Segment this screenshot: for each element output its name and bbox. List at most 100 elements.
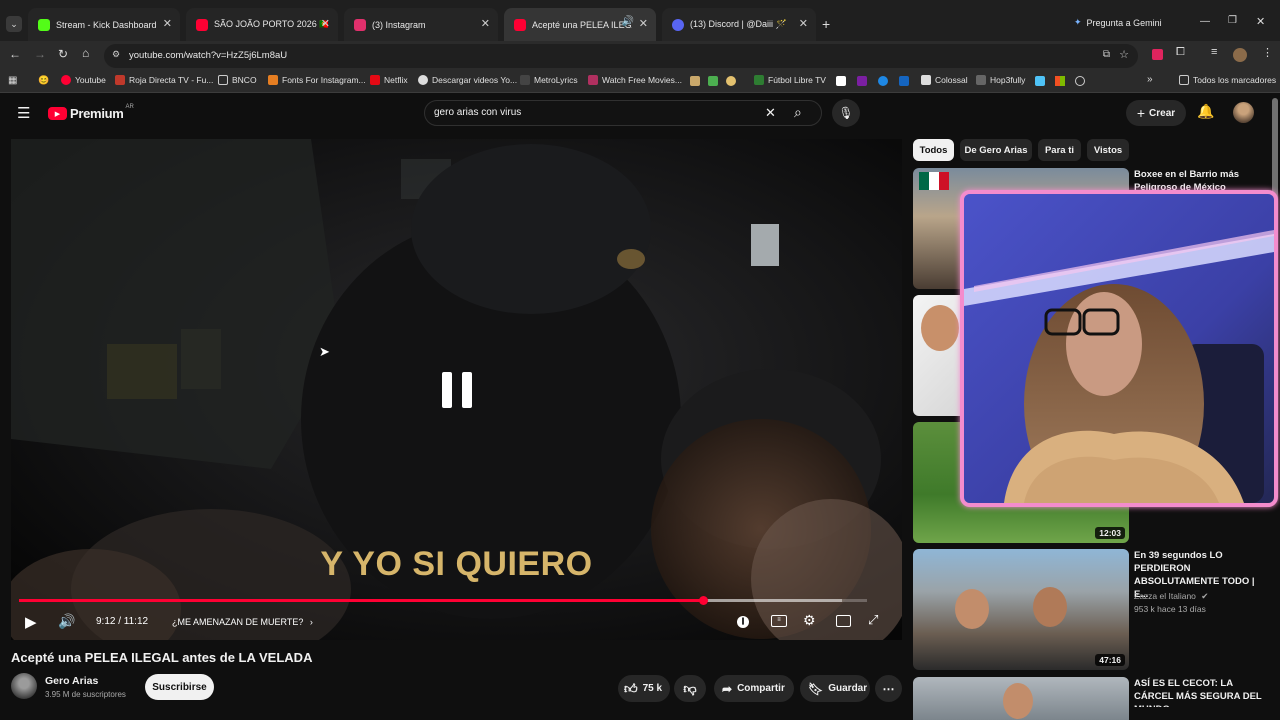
dislike-button[interactable]: 👎︎ — [674, 675, 706, 702]
bookmark-misc-icons[interactable] — [1035, 76, 1091, 86]
tab-label: SÃO JOÃO PORTO 2026 🇵🇹 The — [214, 19, 328, 29]
recommendation-title[interactable]: ASÍ ES EL CECOT: LA CÁRCEL MÁS SEGURA DE… — [1134, 677, 1264, 707]
new-tab-icon[interactable]: + — [822, 17, 830, 31]
bookmark-item[interactable]: Fonts For Instagram... — [268, 75, 366, 85]
webcam-overlay — [960, 190, 1278, 507]
chip-todos[interactable]: Todos — [913, 139, 954, 161]
apps-icon[interactable]: ▦ — [8, 75, 17, 86]
browser-tab[interactable]: (13) Discord | @Daiii 🪄 ✕ — [662, 8, 816, 41]
browser-tab-bar: ⌄ Stream - Kick Dashboard ✕ SÃO JOÃO POR… — [0, 0, 1280, 41]
voice-search-icon[interactable]: 🎙 — [832, 99, 860, 127]
bookmark-item[interactable]: BNCO — [218, 75, 257, 85]
bookmark-star-icon[interactable]: ☆ — [1119, 48, 1129, 61]
chapter-title[interactable]: ¿ME AMENAZAN DE MUERTE? › — [172, 617, 313, 627]
video-title: Acepté una PELEA ILEGAL antes de LA VELA… — [11, 650, 313, 665]
search-box[interactable]: gero arias con virus ✕ ⌕ — [424, 100, 822, 126]
mexico-flag — [919, 172, 949, 190]
install-icon[interactable]: ⧉ — [1103, 49, 1110, 60]
browser-tab[interactable]: Stream - Kick Dashboard ✕ — [28, 8, 180, 41]
close-tab-icon[interactable]: ✕ — [321, 17, 330, 30]
browser-tab[interactable]: SÃO JOÃO PORTO 2026 🇵🇹 The ✕ — [186, 8, 338, 41]
minimize-icon[interactable]: — — [1200, 16, 1210, 27]
recommendation-thumbnail[interactable] — [913, 677, 1129, 720]
share-icon: ➦ — [722, 681, 733, 696]
close-tab-icon[interactable]: ✕ — [481, 17, 490, 30]
channel-avatar[interactable] — [11, 673, 37, 699]
create-button[interactable]: + Crear — [1126, 100, 1186, 126]
person-face — [921, 305, 959, 351]
bookmark-misc-icons[interactable] — [836, 76, 916, 86]
account-avatar[interactable] — [1233, 102, 1254, 123]
play-icon[interactable]: ▶ — [25, 613, 37, 631]
bookmark-item[interactable]: Netflix — [370, 75, 408, 85]
volume-icon[interactable]: 🔊 — [58, 613, 75, 630]
bookmark-misc-icons[interactable] — [690, 76, 746, 86]
save-button[interactable]: 🔖︎ Guardar — [800, 675, 870, 702]
audio-icon[interactable]: 🔊 — [622, 16, 634, 27]
profile-avatar[interactable] — [1233, 48, 1247, 62]
address-bar[interactable]: ⚙ youtube.com/watch?v=HzZ5j6Lm8aU ⧉ ☆ — [104, 44, 1138, 68]
chip-de-gero-arias[interactable]: De Gero Arias — [960, 139, 1032, 161]
site-info-icon[interactable]: ⚙ — [112, 49, 120, 60]
bookmark-item[interactable]: Colossal — [921, 75, 968, 85]
subscribe-button[interactable]: Suscribirse — [145, 674, 214, 700]
browser-menu-icon[interactable]: ⋮ — [1262, 46, 1273, 59]
clear-search-icon[interactable]: ✕ — [765, 105, 776, 121]
subscriber-count: 3.95 M de suscriptores — [45, 690, 126, 699]
settings-gear-icon[interactable]: ⚙ — [803, 612, 816, 629]
recommendation-channel[interactable]: Zazza el Italiano ✔ — [1134, 591, 1208, 602]
bookmark-label: Roja Directa TV - Fu... — [129, 75, 214, 85]
home-icon[interactable]: ⌂ — [82, 46, 89, 60]
tab-search-icon[interactable]: ⌄ — [6, 16, 22, 32]
more-actions-button[interactable]: ⋯ — [875, 675, 902, 702]
emoji-bookmark-icon[interactable]: 😊 — [38, 75, 49, 86]
search-icon[interactable]: ⌕ — [794, 104, 802, 121]
browser-tab-active[interactable]: Acepté una PELEA ILEGAL a 🔊 ✕ — [504, 8, 656, 41]
share-button[interactable]: ➦ Compartir — [714, 675, 794, 702]
bookmark-item[interactable]: Watch Free Movies... — [588, 75, 682, 85]
bookmark-label: Watch Free Movies... — [602, 75, 682, 85]
tab-label: Acepté una PELEA ILEGAL a — [532, 19, 632, 30]
search-input[interactable]: gero arias con virus — [434, 107, 521, 118]
logo-region: AR — [125, 103, 134, 110]
gemini-label: Pregunta a Gemini — [1086, 17, 1162, 28]
restore-icon[interactable]: ❐ — [1228, 15, 1237, 26]
reload-icon[interactable]: ↻ — [58, 47, 68, 61]
notifications-bell-icon[interactable]: 🔔 — [1197, 103, 1214, 120]
video-player[interactable]: ➤ Y YO SI QUIERO ▶ 🔊 9:12 / 11:12 ¿ME AM… — [11, 139, 902, 640]
subtitles-icon[interactable]: ≡ — [771, 615, 787, 627]
all-bookmarks-folder[interactable]: Todos los marcadores — [1179, 75, 1276, 85]
gemini-button[interactable]: ✦ Pregunta a Gemini — [1074, 17, 1162, 28]
hamburger-menu-icon[interactable]: ☰ — [17, 104, 30, 122]
browser-tab[interactable]: (3) Instagram ✕ — [344, 8, 498, 41]
close-tab-icon[interactable]: ✕ — [799, 17, 808, 30]
progress-bar[interactable] — [19, 596, 867, 605]
more-bookmarks-icon[interactable]: » — [1147, 74, 1153, 85]
bookmark-item[interactable]: Youtube — [61, 75, 106, 85]
tab-search-list-icon[interactable]: ≡ — [1211, 46, 1217, 58]
fonts-icon — [268, 75, 278, 85]
back-icon[interactable]: ← — [9, 47, 21, 61]
chip-vistos[interactable]: Vistos — [1087, 139, 1129, 161]
forward-icon[interactable]: → — [34, 47, 46, 61]
bookmark-item[interactable]: Roja Directa TV - Fu... — [115, 75, 213, 85]
extensions-puzzle-icon[interactable]: ⧠ — [1176, 46, 1185, 59]
chip-para-ti[interactable]: Para ti — [1038, 139, 1081, 161]
bookmark-item[interactable]: Fútbol Libre TV — [754, 75, 826, 85]
channel-name[interactable]: Gero Arias — [45, 675, 98, 687]
bookmark-item[interactable]: MetroLyrics — [520, 75, 578, 85]
fullscreen-icon[interactable]: ⤢ — [868, 612, 878, 628]
autoplay-toggle-icon[interactable]: ∥ — [737, 616, 749, 628]
extension-icon[interactable] — [1152, 49, 1163, 60]
recommendation-meta: 953 k hace 13 días — [1134, 604, 1206, 614]
close-window-icon[interactable]: ✕ — [1256, 15, 1265, 28]
like-button[interactable]: 👍︎ 75 k — [618, 675, 670, 702]
center-pause-icon[interactable] — [442, 372, 472, 408]
close-tab-icon[interactable]: ✕ — [163, 17, 172, 30]
close-tab-icon[interactable]: ✕ — [639, 17, 648, 30]
bookmark-item[interactable]: Hop3fully — [976, 75, 1025, 85]
recommendation-thumbnail[interactable]: 47:16 — [913, 549, 1129, 670]
bookmark-item[interactable]: Descargar videos Yo... — [418, 75, 517, 85]
theater-mode-icon[interactable] — [836, 615, 851, 627]
youtube-logo[interactable]: ▶ Premium AR — [48, 103, 134, 121]
